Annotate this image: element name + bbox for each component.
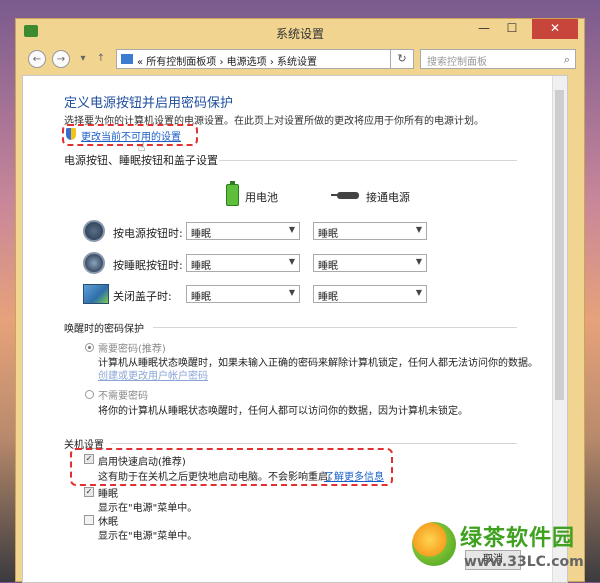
back-button[interactable]: ← [28, 50, 46, 68]
sleep-label: 睡眠 [98, 489, 118, 500]
power-button-battery-select[interactable]: 睡眠 ▼ [186, 222, 300, 240]
close-button[interactable]: ✕ [532, 19, 578, 39]
vertical-scrollbar[interactable] [552, 76, 567, 582]
divider [111, 443, 517, 444]
watermark-name: 绿茶软件园 [460, 526, 576, 551]
divider [219, 160, 517, 161]
page-title: 定义电源按钮并启用密码保护 [64, 96, 234, 111]
folder-icon [121, 54, 133, 64]
watermark: 绿茶软件园 www.33LC.com [412, 518, 600, 582]
settings-content: 定义电源按钮并启用密码保护 选择要为你的计算机设置的电源设置。在此页上对设置所做… [23, 76, 553, 582]
system-settings-window: 系统设置 — ☐ ✕ ← → ▾ ↑ « 所有控制面板项 › 电源选项 › 系统… [15, 18, 585, 583]
sleep-description: 显示在"电源"菜单中。 [98, 503, 198, 514]
chevron-down-icon: ▼ [415, 257, 422, 266]
power-button-label: 按电源按钮时: [113, 227, 183, 240]
breadcrumb[interactable]: « 所有控制面板项 › 电源选项 › 系统设置 [137, 53, 317, 68]
scrollbar-thumb[interactable] [555, 90, 564, 400]
laptop-lid-icon [83, 284, 109, 304]
battery-icon [226, 181, 239, 206]
chevron-down-icon: ▼ [415, 225, 422, 234]
sleep-checkbox[interactable]: ✓ [84, 487, 94, 497]
hibernate-checkbox[interactable] [84, 515, 94, 525]
search-placeholder: 搜索控制面板 [427, 57, 487, 68]
minimize-button[interactable]: — [470, 19, 498, 39]
chevron-down-icon: ▼ [415, 288, 422, 297]
forward-button[interactable]: → [52, 50, 70, 68]
navigation-bar: ← → ▾ ↑ « 所有控制面板项 › 电源选项 › 系统设置 ↻ 搜索控制面板… [22, 47, 578, 73]
no-password-label: 不需要密码 [98, 391, 148, 402]
sleep-button-battery-select[interactable]: 睡眠 ▼ [186, 254, 300, 272]
power-section-title: 电源按钮、睡眠按钮和盖子设置 [64, 154, 218, 167]
maximize-button[interactable]: ☐ [498, 19, 526, 39]
up-button[interactable]: ↑ [92, 50, 110, 68]
address-bar[interactable]: « 所有控制面板项 › 电源选项 › 系统设置 [116, 49, 414, 69]
title-bar: 系统设置 — ☐ ✕ [16, 19, 584, 45]
chevron-down-icon: ▼ [288, 257, 295, 266]
refresh-button[interactable]: ↻ [390, 49, 414, 69]
create-password-link[interactable]: 创建或更改用户帐户密码 [98, 367, 208, 382]
divider [153, 327, 517, 328]
search-input[interactable]: 搜索控制面板 ⌕ [420, 49, 576, 69]
hibernate-description: 显示在"电源"菜单中。 [98, 531, 198, 542]
require-password-label: 需要密码(推荐) [98, 344, 166, 355]
power-plug-icon [331, 192, 359, 199]
sleep-button-label: 按睡眠按钮时: [113, 259, 183, 272]
search-icon[interactable]: ⌕ [564, 53, 570, 67]
require-password-radio[interactable] [85, 343, 94, 352]
watermark-url: www.33LC.com [464, 554, 584, 570]
chevron-down-icon: ▼ [288, 288, 295, 297]
recent-locations-button[interactable]: ▾ [74, 50, 92, 68]
hibernate-label: 休眠 [98, 517, 118, 528]
power-button-plugged-select[interactable]: 睡眠 ▼ [313, 222, 427, 240]
chevron-down-icon: ▼ [288, 225, 295, 234]
close-lid-battery-select[interactable]: 睡眠 ▼ [186, 285, 300, 303]
battery-column-label: 用电池 [245, 191, 278, 204]
close-lid-label: 关闭盖子时: [113, 290, 172, 303]
content-panel: 定义电源按钮并启用密码保护 选择要为你的计算机设置的电源设置。在此页上对设置所做… [22, 75, 568, 583]
highlight-box [70, 448, 393, 486]
wake-section-title: 唤醒时的密码保护 [64, 324, 144, 335]
close-lid-plugged-select[interactable]: 睡眠 ▼ [313, 285, 427, 303]
leaf-logo-icon [412, 522, 456, 566]
no-password-radio[interactable] [85, 390, 94, 399]
sleep-button-icon [83, 252, 105, 274]
sleep-button-plugged-select[interactable]: 睡眠 ▼ [313, 254, 427, 272]
power-button-icon [83, 220, 105, 242]
no-password-description: 将你的计算机从睡眠状态唤醒时，任何人都可以访问你的数据，因为计算机未锁定。 [98, 406, 468, 417]
plugged-column-label: 接通电源 [366, 191, 410, 204]
highlight-box [62, 124, 198, 146]
